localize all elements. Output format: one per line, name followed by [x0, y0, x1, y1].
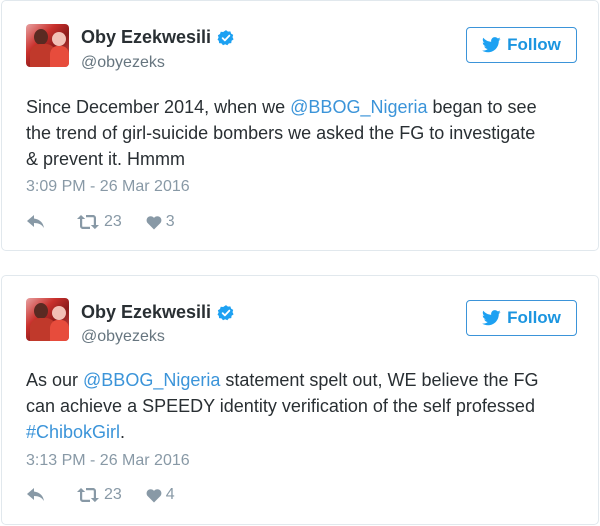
heart-icon [146, 215, 162, 229]
text-segment: began to see [427, 97, 537, 117]
retweet-button[interactable]: 23 [76, 213, 122, 231]
verified-badge-icon [217, 29, 234, 45]
text-segment: . [120, 422, 126, 442]
like-count: 3 [165, 213, 175, 230]
text-line: & prevent it. Hmmm [26, 149, 186, 169]
twitter-bird-icon [482, 37, 501, 53]
text-line: can achieve a SPEEDY identity verificati… [26, 396, 535, 416]
heart-icon [146, 488, 162, 502]
like-button[interactable]: 3 [146, 213, 175, 231]
author-name-row[interactable]: Oby Ezekwesili [81, 302, 235, 323]
reply-icon [27, 215, 44, 228]
tweet-text: Since December 2014, when we @BBOG_Niger… [26, 94, 586, 172]
mention-link[interactable]: @BBOG_Nigeria [290, 97, 427, 117]
author-name[interactable]: Oby Ezekwesili [81, 27, 211, 48]
text-segment: As our [26, 370, 84, 390]
text-segment: statement spelt out, WE believe the FG [220, 370, 539, 390]
follow-button[interactable]: Follow [466, 27, 577, 63]
like-count: 4 [165, 486, 175, 503]
text-segment: Since December 2014, when we [26, 97, 291, 117]
author-handle[interactable]: @obyezeks [81, 328, 165, 346]
timestamp[interactable]: 3:13 PM - 26 Mar 2016 [26, 452, 190, 470]
mention-link[interactable]: @BBOG_Nigeria [83, 370, 220, 390]
avatar[interactable] [26, 24, 69, 67]
retweet-count: 23 [104, 213, 122, 230]
retweet-icon [77, 215, 99, 229]
tweet-text: As our @BBOG_Nigeria statement spelt out… [26, 367, 586, 445]
follow-label: Follow [507, 308, 561, 327]
retweet-count: 23 [104, 486, 122, 503]
follow-button[interactable]: Follow [466, 300, 577, 336]
avatar[interactable] [26, 298, 69, 341]
follow-label: Follow [507, 35, 561, 54]
author-name-row[interactable]: Oby Ezekwesili [81, 27, 235, 48]
hashtag-link[interactable]: #ChibokGirl [26, 422, 120, 442]
verified-badge-icon [217, 304, 234, 320]
tweet-card: Oby Ezekwesili @obyezeks Follow Since De… [1, 0, 599, 251]
author-name[interactable]: Oby Ezekwesili [81, 302, 211, 323]
timestamp[interactable]: 3:09 PM - 26 Mar 2016 [26, 178, 190, 196]
retweet-icon [77, 488, 99, 502]
retweet-button[interactable]: 23 [76, 486, 122, 504]
twitter-bird-icon [482, 310, 501, 326]
tweet-card: Oby Ezekwesili @obyezeks Follow As our @… [1, 275, 599, 525]
tweet-actions: 23 3 [26, 212, 175, 232]
like-button[interactable]: 4 [146, 486, 175, 504]
reply-icon [27, 488, 44, 501]
tweet-actions: 23 4 [26, 485, 175, 505]
text-line: the trend of girl-suicide bombers we ask… [26, 123, 536, 143]
author-handle[interactable]: @obyezeks [81, 54, 165, 72]
reply-button[interactable] [26, 214, 46, 230]
reply-button[interactable] [26, 487, 46, 503]
